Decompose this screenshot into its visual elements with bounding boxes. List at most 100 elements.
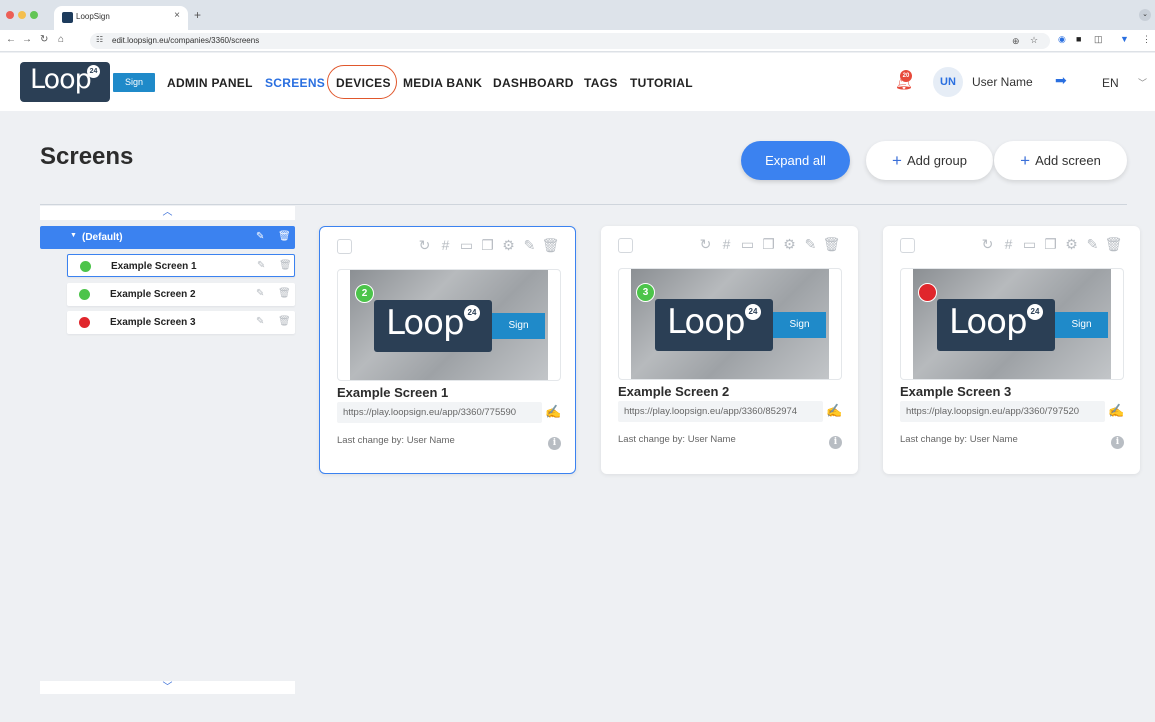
select-checkbox[interactable] (337, 239, 352, 254)
gear-icon[interactable]: ⚙ (498, 237, 519, 254)
logout-icon[interactable]: ➡ (1055, 72, 1067, 89)
trash-icon[interactable]: 🗑︎ (278, 288, 291, 299)
expand-all-button[interactable]: Expand all (741, 141, 850, 180)
tree-scroll-up-icon[interactable]: ︿ (40, 206, 295, 220)
logo-sign-label: Sign (113, 73, 155, 92)
info-icon[interactable]: i (829, 436, 842, 449)
tab-search-chevron-icon[interactable]: ⌄ (1139, 9, 1151, 21)
screen-thumbnail[interactable]: Loop 24 Sign 3 (618, 268, 842, 380)
nav-media-bank[interactable]: MEDIA BANK (403, 76, 482, 90)
player-url-field[interactable]: https://play.loopsign.eu/app/3360/775590 (337, 402, 542, 423)
refresh-icon[interactable]: ↻ (695, 236, 716, 253)
edit-url-icon[interactable]: ✍ (1108, 403, 1124, 419)
caret-down-icon[interactable]: ▼ (70, 232, 77, 239)
extension-icon[interactable]: ■ (1076, 34, 1081, 44)
calendar-icon[interactable]: ▭ (456, 237, 477, 254)
nav-tags[interactable]: TAGS (584, 76, 618, 90)
extensions-puzzle-icon[interactable]: ◫ (1094, 34, 1103, 45)
reload-icon[interactable]: ↻ (40, 34, 48, 45)
copy-icon[interactable]: ❐ (758, 236, 779, 253)
window-maximize-button[interactable] (30, 11, 38, 19)
edit-icon[interactable]: ✎ (256, 288, 264, 299)
copy-icon[interactable]: ❐ (477, 237, 498, 254)
tree-item-screen-2[interactable]: Example Screen 2 ✎ 🗑︎ (67, 283, 295, 306)
trash-icon[interactable]: 🗑︎ (540, 237, 561, 254)
nav-screens[interactable]: SCREENS (265, 76, 325, 90)
edit-url-icon[interactable]: ✍ (545, 404, 561, 420)
browser-address-bar: ← → ↻ ⌂ ☷ edit.loopsign.eu/companies/336… (0, 30, 1155, 52)
edit-icon[interactable]: ✎ (256, 316, 264, 327)
screen-card-3[interactable]: ↻ # ▭ ❐ ⚙ ✎ 🗑︎ Loop 24 Sign Example Screen 3 h… (883, 226, 1140, 474)
tree-group-default[interactable]: ▼ (Default) ✎ 🗑︎ (40, 226, 295, 249)
select-checkbox[interactable] (618, 238, 633, 253)
edit-icon[interactable]: ✎ (256, 231, 264, 242)
screen-card-1[interactable]: ↻ # ▭ ❐ ⚙ ✎ 🗑︎ Loop 24 Sign 2 Example Screen 1… (319, 226, 576, 474)
refresh-icon[interactable]: ↻ (977, 236, 998, 253)
url-field[interactable]: ☷ edit.loopsign.eu/companies/3360/screen… (90, 33, 1050, 49)
edit-icon[interactable]: ✎ (519, 237, 540, 254)
extension-icon[interactable]: ◉ (1058, 34, 1066, 45)
trash-icon[interactable]: 🗑︎ (279, 260, 292, 271)
thumbnail-logo: Loop 24 (655, 299, 773, 351)
copy-icon[interactable]: ❐ (1040, 236, 1061, 253)
browser-tab[interactable]: LoopSign × (54, 6, 188, 30)
hash-icon[interactable]: # (716, 236, 737, 252)
thumbnail-logo-text: Loop (949, 302, 1028, 342)
edit-icon[interactable]: ✎ (1082, 236, 1103, 253)
add-screen-button[interactable]: + Add screen (994, 141, 1127, 180)
forward-icon[interactable]: → (22, 34, 32, 45)
avatar[interactable]: UN (933, 67, 963, 97)
new-tab-icon[interactable]: + (194, 8, 201, 22)
hash-icon[interactable]: # (435, 237, 456, 253)
bookmark-star-icon[interactable]: ☆ (1030, 35, 1038, 46)
trash-icon[interactable]: 🗑︎ (278, 231, 291, 242)
last-change-text: Last change by: User Name (900, 434, 1018, 445)
hash-icon[interactable]: # (998, 236, 1019, 252)
edit-icon[interactable]: ✎ (800, 236, 821, 253)
user-name[interactable]: User Name (972, 75, 1033, 89)
edit-url-icon[interactable]: ✍ (826, 403, 842, 419)
back-icon[interactable]: ← (6, 34, 16, 45)
add-group-button[interactable]: + Add group (866, 141, 993, 180)
browser-menu-icon[interactable]: ⋮ (1142, 34, 1151, 45)
site-info-icon[interactable]: ☷ (96, 35, 103, 44)
gear-icon[interactable]: ⚙ (779, 236, 800, 253)
trash-icon[interactable]: 🗑︎ (1103, 236, 1124, 253)
last-change-text: Last change by: User Name (337, 435, 455, 446)
screen-thumbnail[interactable]: Loop 24 Sign 2 (337, 269, 561, 381)
edit-icon[interactable]: ✎ (257, 260, 265, 271)
tree-scroll-down-icon[interactable]: ﹀ (40, 681, 295, 694)
tree-item-screen-1[interactable]: Example Screen 1 ✎ 🗑︎ (67, 254, 295, 277)
trash-icon[interactable]: 🗑︎ (278, 316, 291, 327)
info-icon[interactable]: i (548, 437, 561, 450)
select-checkbox[interactable] (900, 238, 915, 253)
player-url-field[interactable]: https://play.loopsign.eu/app/3360/797520 (900, 401, 1105, 422)
nav-dashboard[interactable]: DASHBOARD (493, 76, 574, 90)
zoom-icon[interactable]: ⊕ (1012, 36, 1020, 47)
language-selector[interactable]: EN (1102, 76, 1119, 90)
refresh-icon[interactable]: ↻ (414, 237, 435, 254)
nav-tutorial[interactable]: TUTORIAL (630, 76, 693, 90)
player-url-field[interactable]: https://play.loopsign.eu/app/3360/852974 (618, 401, 823, 422)
card-title: Example Screen 3 (900, 384, 1012, 399)
info-icon[interactable]: i (1111, 436, 1124, 449)
calendar-icon[interactable]: ▭ (737, 236, 758, 253)
trash-icon[interactable]: 🗑︎ (821, 236, 842, 253)
screen-thumbnail[interactable]: Loop 24 Sign (900, 268, 1124, 380)
card-toolbar: ↻ # ▭ ❐ ⚙ ✎ 🗑︎ (977, 236, 1127, 253)
divider (40, 204, 1127, 205)
loopsign-logo[interactable]: Loop 24 (20, 62, 110, 102)
calendar-icon[interactable]: ▭ (1019, 236, 1040, 253)
window-close-button[interactable] (6, 11, 14, 19)
tab-close-icon[interactable]: × (174, 10, 180, 21)
chevron-down-icon[interactable]: ﹀ (1138, 76, 1147, 89)
window-minimize-button[interactable] (18, 11, 26, 19)
screen-card-2[interactable]: ↻ # ▭ ❐ ⚙ ✎ 🗑︎ Loop 24 Sign 3 Example Screen 2… (601, 226, 858, 474)
nav-admin-panel[interactable]: ADMIN PANEL (167, 76, 253, 90)
shield-icon[interactable]: ▼ (1120, 34, 1129, 44)
home-icon[interactable]: ⌂ (58, 34, 64, 45)
tree-item-label: Example Screen 3 (110, 317, 196, 328)
tree-item-screen-3[interactable]: Example Screen 3 ✎ 🗑︎ (67, 311, 295, 334)
gear-icon[interactable]: ⚙ (1061, 236, 1082, 253)
app-header: Loop 24 Sign ADMIN PANEL SCREENS DEVICES… (0, 53, 1155, 111)
